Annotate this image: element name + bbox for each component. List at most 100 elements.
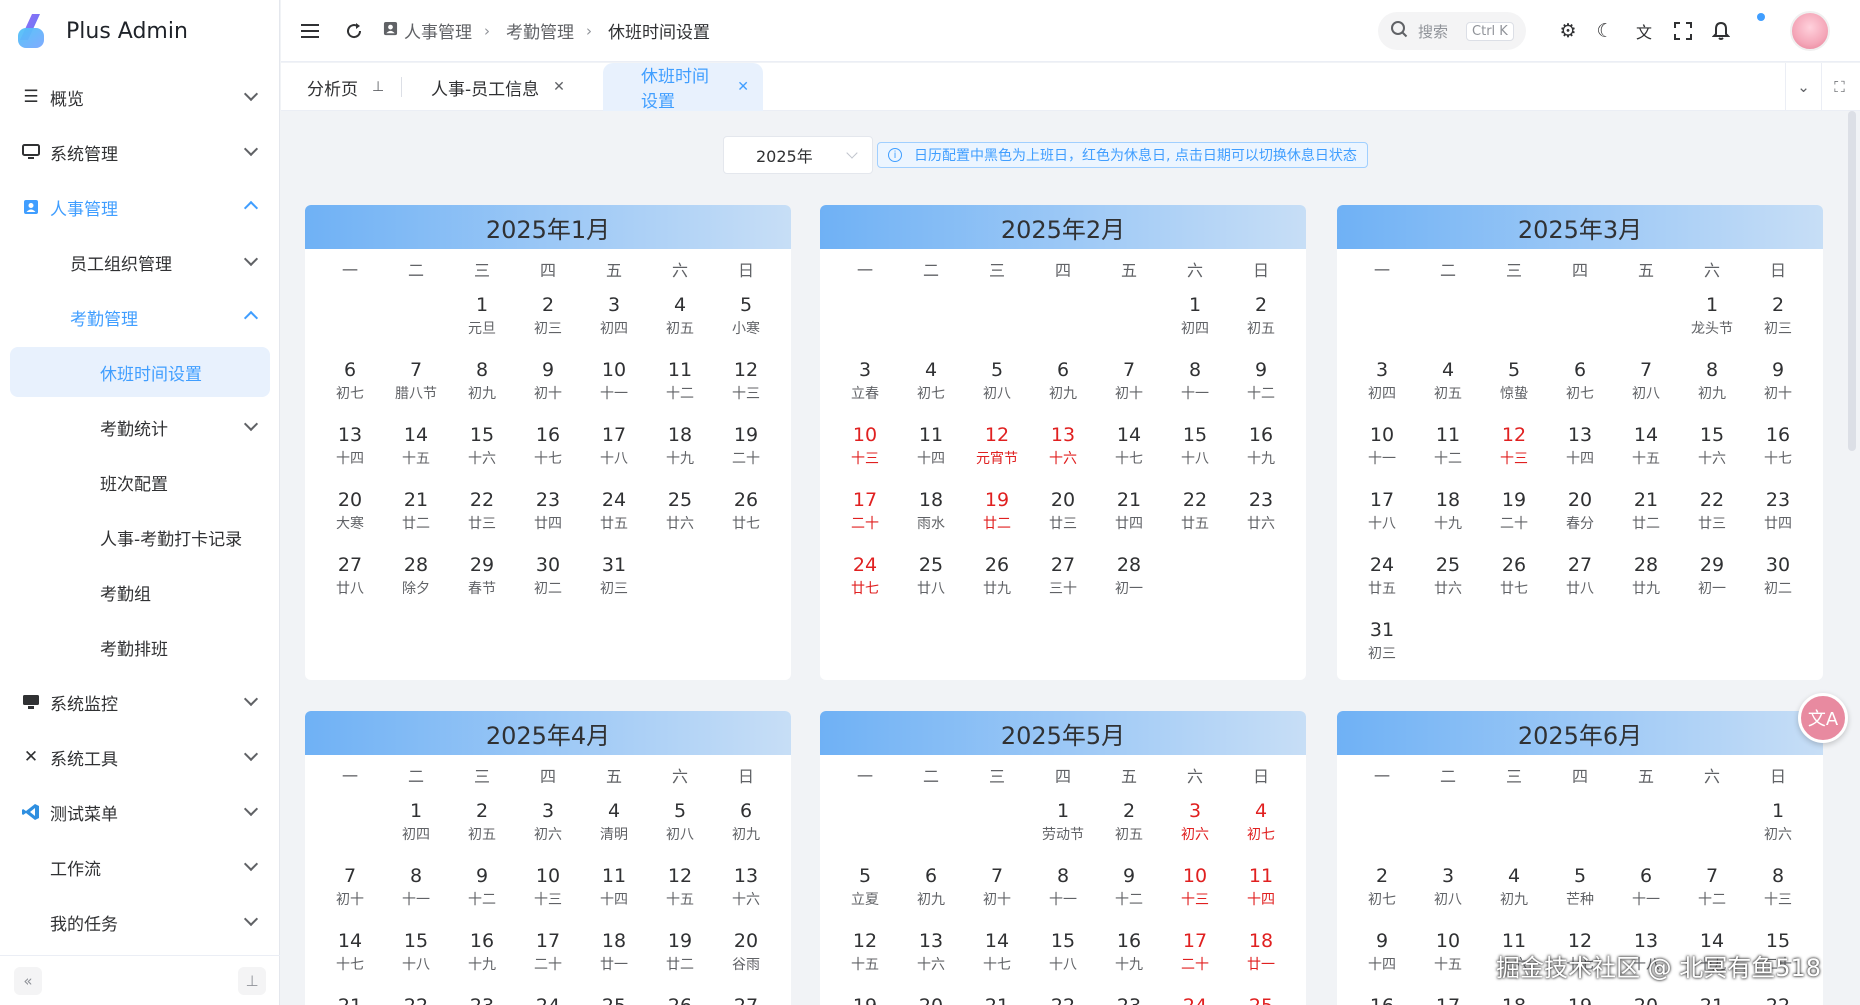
day-cell[interactable]: 6 初九 (898, 860, 964, 925)
close-icon[interactable]: ✕ (737, 79, 749, 95)
day-cell[interactable]: 21 廿二 (1613, 484, 1679, 549)
day-cell[interactable]: 18 雨水 (898, 484, 964, 549)
day-cell[interactable]: 14 十七 (317, 925, 383, 990)
day-cell[interactable]: 9 十二 (1096, 860, 1162, 925)
day-cell[interactable]: 20 (898, 990, 964, 1005)
sidebar-item-overview[interactable]: ☰ 概览 (10, 72, 270, 122)
day-cell[interactable]: 16 十九 (1228, 419, 1294, 484)
day-cell[interactable]: 30 初二 (515, 549, 581, 614)
day-cell[interactable]: 12 十三 (713, 354, 779, 419)
day-cell[interactable]: 18 (1481, 990, 1547, 1005)
day-cell[interactable]: 5 初八 (964, 354, 1030, 419)
day-cell[interactable]: 21 (1679, 990, 1745, 1005)
day-cell[interactable]: 27 廿八 (317, 549, 383, 614)
day-cell[interactable]: 31 初三 (581, 549, 647, 614)
day-cell[interactable]: 15 十八 (383, 925, 449, 990)
day-cell[interactable]: 24 (515, 990, 581, 1005)
maximize-icon[interactable]: ⛶ (1821, 63, 1857, 111)
day-cell[interactable]: 1 初四 (383, 795, 449, 860)
day-cell[interactable]: 3 初四 (1349, 354, 1415, 419)
day-cell[interactable]: 1 劳动节 (1030, 795, 1096, 860)
day-cell[interactable]: 19 (832, 990, 898, 1005)
day-cell[interactable]: 2 初五 (449, 795, 515, 860)
day-cell[interactable]: 22 廿三 (1679, 484, 1745, 549)
day-cell[interactable]: 7 初八 (1613, 354, 1679, 419)
day-cell[interactable]: 21 (317, 990, 383, 1005)
scrollbar[interactable] (1848, 111, 1856, 451)
close-icon[interactable]: ✕ (553, 79, 565, 95)
gear-icon[interactable]: ⚙ (1555, 18, 1581, 44)
breadcrumb-item[interactable]: 考勤管理 (506, 18, 574, 43)
day-cell[interactable]: 20 (1613, 990, 1679, 1005)
day-cell[interactable]: 24 (1162, 990, 1228, 1005)
day-cell[interactable]: 26 廿七 (1481, 549, 1547, 614)
day-cell[interactable]: 12 十五 (647, 860, 713, 925)
day-cell[interactable]: 17 二十 (515, 925, 581, 990)
day-cell[interactable]: 10 十三 (515, 860, 581, 925)
day-cell[interactable]: 26 廿七 (713, 484, 779, 549)
day-cell[interactable]: 14 十七 (1096, 419, 1162, 484)
sidebar-item-clock-records[interactable]: 人事-考勤打卡记录 (10, 512, 270, 562)
day-cell[interactable]: 19 廿二 (647, 925, 713, 990)
day-cell[interactable]: 2 初三 (515, 289, 581, 354)
day-cell[interactable]: 18 十九 (647, 419, 713, 484)
day-cell[interactable]: 25 廿六 (647, 484, 713, 549)
day-cell[interactable]: 5 初八 (647, 795, 713, 860)
day-cell[interactable]: 30 初二 (1745, 549, 1811, 614)
day-cell[interactable]: 12 十五 (832, 925, 898, 990)
day-cell[interactable]: 10 十三 (832, 419, 898, 484)
day-cell[interactable]: 8 初九 (1679, 354, 1745, 419)
day-cell[interactable]: 19 二十 (713, 419, 779, 484)
day-cell[interactable]: 19 廿二 (964, 484, 1030, 549)
day-cell[interactable]: 9 十二 (449, 860, 515, 925)
day-cell[interactable]: 14 十五 (1613, 419, 1679, 484)
day-cell[interactable]: 10 十一 (581, 354, 647, 419)
day-cell[interactable]: 27 (713, 990, 779, 1005)
day-cell[interactable]: 6 初九 (713, 795, 779, 860)
day-cell[interactable]: 22 廿三 (449, 484, 515, 549)
breadcrumb-item[interactable]: 人事管理 (404, 18, 472, 43)
sidebar-item-attendance-stats[interactable]: 考勤统计 (10, 402, 270, 452)
day-cell[interactable]: 3 初六 (1162, 795, 1228, 860)
day-cell[interactable]: 1 元旦 (449, 289, 515, 354)
day-cell[interactable]: 29 春节 (449, 549, 515, 614)
search-box[interactable]: 搜索 Ctrl K (1378, 12, 1526, 50)
day-cell[interactable]: 4 初七 (1228, 795, 1294, 860)
day-cell[interactable]: 11 十四 (898, 419, 964, 484)
day-cell[interactable]: 18 廿一 (1228, 925, 1294, 990)
chevron-down-icon[interactable]: ⌄ (1785, 63, 1821, 111)
tab-employee-info[interactable]: 人事-员工信息 ✕ (417, 63, 579, 111)
dark-mode-icon[interactable]: ☾ (1592, 18, 1618, 44)
day-cell[interactable]: 16 十九 (1096, 925, 1162, 990)
day-cell[interactable]: 3 立春 (832, 354, 898, 419)
day-cell[interactable]: 25 (581, 990, 647, 1005)
day-cell[interactable]: 5 小寒 (713, 289, 779, 354)
day-cell[interactable]: 6 初九 (1030, 354, 1096, 419)
day-cell[interactable]: 1 初四 (1162, 289, 1228, 354)
day-cell[interactable]: 20 大寒 (317, 484, 383, 549)
day-cell[interactable]: 5 芒种 (1547, 860, 1613, 925)
avatar[interactable] (1790, 11, 1830, 51)
sidebar-item-attendance-group[interactable]: 考勤组 (10, 567, 270, 617)
day-cell[interactable]: 10 十三 (1162, 860, 1228, 925)
day-cell[interactable]: 4 初七 (898, 354, 964, 419)
day-cell[interactable]: 11 十四 (581, 860, 647, 925)
sidebar-item-org[interactable]: 员工组织管理 (10, 237, 270, 287)
day-cell[interactable]: 9 十二 (1228, 354, 1294, 419)
day-cell[interactable]: 17 二十 (1162, 925, 1228, 990)
sidebar-item-system[interactable]: 系统管理 (10, 127, 270, 177)
day-cell[interactable]: 3 初四 (581, 289, 647, 354)
day-cell[interactable]: 31 初三 (1349, 614, 1415, 679)
year-select[interactable]: 2025年 (723, 136, 873, 174)
day-cell[interactable]: 20 廿三 (1030, 484, 1096, 549)
day-cell[interactable]: 11 十四 (1228, 860, 1294, 925)
day-cell[interactable]: 4 初九 (1481, 860, 1547, 925)
day-cell[interactable]: 16 (1349, 990, 1415, 1005)
day-cell[interactable]: 1 初六 (1745, 795, 1811, 860)
collapse-sidebar-icon[interactable]: « (14, 966, 42, 995)
pin-icon[interactable]: ⊥ (372, 79, 384, 95)
day-cell[interactable]: 25 廿六 (1415, 549, 1481, 614)
day-cell[interactable]: 11 十二 (1415, 419, 1481, 484)
day-cell[interactable]: 9 十四 (1349, 925, 1415, 990)
translate-float-icon[interactable]: 文A (1798, 693, 1848, 743)
